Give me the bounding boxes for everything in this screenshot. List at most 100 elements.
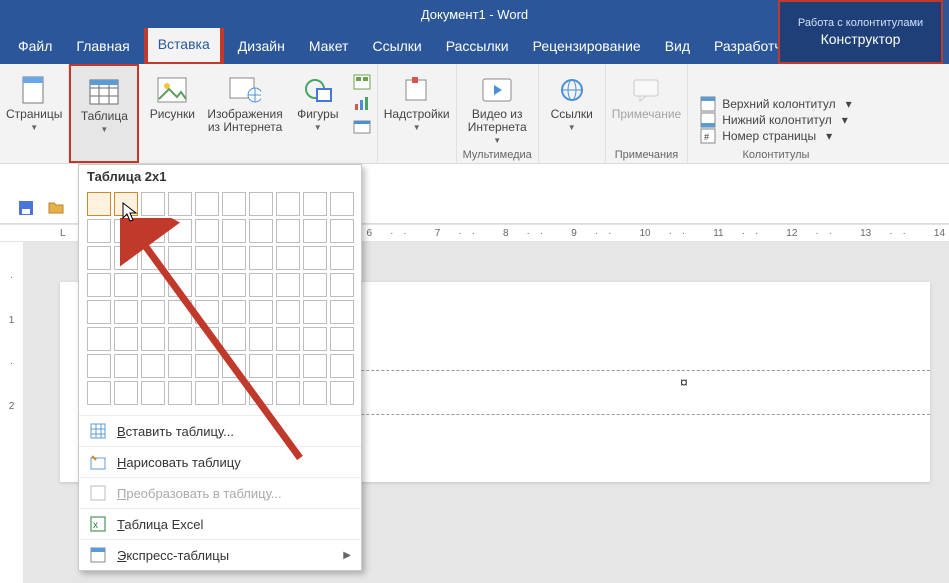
pictures-button[interactable]: Рисунки	[145, 68, 199, 121]
tab-review[interactable]: Рецензирование	[523, 30, 651, 64]
grid-cell[interactable]	[195, 219, 219, 243]
grid-cell[interactable]	[249, 381, 273, 405]
grid-cell[interactable]	[276, 300, 300, 324]
grid-cell[interactable]	[276, 273, 300, 297]
chart-icon[interactable]	[353, 96, 371, 112]
grid-cell[interactable]	[249, 354, 273, 378]
grid-cell[interactable]	[330, 192, 354, 216]
grid-cell[interactable]	[276, 354, 300, 378]
grid-cell[interactable]	[141, 354, 165, 378]
grid-cell[interactable]	[114, 273, 138, 297]
grid-cell[interactable]	[87, 300, 111, 324]
table-grid-picker[interactable]	[79, 188, 361, 415]
page-number-button[interactable]: # Номер страницы▾	[700, 129, 851, 143]
grid-cell[interactable]	[330, 381, 354, 405]
draw-table-menu[interactable]: Нарисовать таблицу	[79, 446, 361, 477]
grid-cell[interactable]	[222, 327, 246, 351]
grid-cell[interactable]	[114, 327, 138, 351]
grid-cell[interactable]	[87, 246, 111, 270]
grid-cell[interactable]	[276, 192, 300, 216]
grid-cell[interactable]	[168, 354, 192, 378]
grid-cell[interactable]	[168, 327, 192, 351]
footer-button[interactable]: Нижний колонтитул▾	[700, 113, 851, 127]
grid-cell[interactable]	[141, 327, 165, 351]
header-button[interactable]: Верхний колонтитул▾	[700, 97, 851, 111]
grid-cell[interactable]	[168, 273, 192, 297]
grid-cell[interactable]	[195, 327, 219, 351]
grid-cell[interactable]	[114, 192, 138, 216]
grid-cell[interactable]	[330, 300, 354, 324]
grid-cell[interactable]	[114, 246, 138, 270]
grid-cell[interactable]	[276, 381, 300, 405]
excel-table-menu[interactable]: x Таблица Excel	[79, 508, 361, 539]
tab-view[interactable]: Вид	[655, 30, 700, 64]
grid-cell[interactable]	[249, 327, 273, 351]
grid-cell[interactable]	[87, 192, 111, 216]
grid-cell[interactable]	[114, 354, 138, 378]
grid-cell[interactable]	[114, 381, 138, 405]
grid-cell[interactable]	[87, 219, 111, 243]
online-video-button[interactable]: Видео изИнтернета ▼	[468, 68, 527, 145]
grid-cell[interactable]	[303, 192, 327, 216]
table-button[interactable]: Таблица ▼	[77, 70, 131, 134]
tab-file[interactable]: Файл	[8, 30, 62, 64]
save-icon[interactable]	[18, 200, 36, 218]
screenshot-icon[interactable]	[353, 118, 371, 134]
tab-mailings[interactable]: Рассылки	[436, 30, 519, 64]
online-pictures-button[interactable]: Изображенияиз Интернета	[207, 68, 282, 134]
grid-cell[interactable]	[87, 273, 111, 297]
grid-cell[interactable]	[303, 354, 327, 378]
grid-cell[interactable]	[330, 327, 354, 351]
grid-cell[interactable]	[141, 381, 165, 405]
grid-cell[interactable]	[276, 327, 300, 351]
grid-cell[interactable]	[114, 300, 138, 324]
grid-cell[interactable]	[87, 327, 111, 351]
smartart-icon[interactable]	[353, 74, 371, 90]
grid-cell[interactable]	[222, 381, 246, 405]
grid-cell[interactable]	[87, 381, 111, 405]
grid-cell[interactable]	[168, 300, 192, 324]
grid-cell[interactable]	[303, 246, 327, 270]
grid-cell[interactable]	[330, 219, 354, 243]
links-button[interactable]: Ссылки ▼	[545, 68, 599, 132]
grid-cell[interactable]	[168, 192, 192, 216]
grid-cell[interactable]	[141, 192, 165, 216]
grid-cell[interactable]	[195, 192, 219, 216]
shapes-button[interactable]: Фигуры ▼	[291, 68, 345, 132]
grid-cell[interactable]	[168, 381, 192, 405]
vertical-ruler[interactable]: ·1·2	[0, 242, 24, 583]
tab-design[interactable]: Дизайн	[228, 30, 295, 64]
grid-cell[interactable]	[303, 381, 327, 405]
context-tab-header-footer[interactable]: Работа с колонтитулами Конструктор	[778, 0, 943, 64]
grid-cell[interactable]	[222, 192, 246, 216]
tab-references[interactable]: Ссылки	[362, 30, 431, 64]
grid-cell[interactable]	[222, 273, 246, 297]
insert-table-menu[interactable]: Вставить таблицу...	[79, 415, 361, 446]
grid-cell[interactable]	[303, 273, 327, 297]
grid-cell[interactable]	[249, 246, 273, 270]
grid-cell[interactable]	[249, 300, 273, 324]
tab-insert[interactable]: Вставка	[146, 26, 222, 62]
grid-cell[interactable]	[195, 381, 219, 405]
grid-cell[interactable]	[195, 246, 219, 270]
grid-cell[interactable]	[222, 246, 246, 270]
grid-cell[interactable]	[168, 246, 192, 270]
grid-cell[interactable]	[168, 219, 192, 243]
open-icon[interactable]	[48, 200, 66, 218]
grid-cell[interactable]	[87, 354, 111, 378]
grid-cell[interactable]	[303, 327, 327, 351]
grid-cell[interactable]	[195, 354, 219, 378]
grid-cell[interactable]	[195, 300, 219, 324]
grid-cell[interactable]	[114, 219, 138, 243]
grid-cell[interactable]	[141, 273, 165, 297]
grid-cell[interactable]	[222, 219, 246, 243]
addins-button[interactable]: Надстройки ▼	[384, 68, 450, 132]
grid-cell[interactable]	[276, 219, 300, 243]
quick-tables-menu[interactable]: Экспресс-таблицы ▶	[79, 539, 361, 570]
grid-cell[interactable]	[222, 300, 246, 324]
grid-cell[interactable]	[303, 300, 327, 324]
grid-cell[interactable]	[249, 219, 273, 243]
grid-cell[interactable]	[141, 219, 165, 243]
grid-cell[interactable]	[303, 219, 327, 243]
grid-cell[interactable]	[330, 354, 354, 378]
